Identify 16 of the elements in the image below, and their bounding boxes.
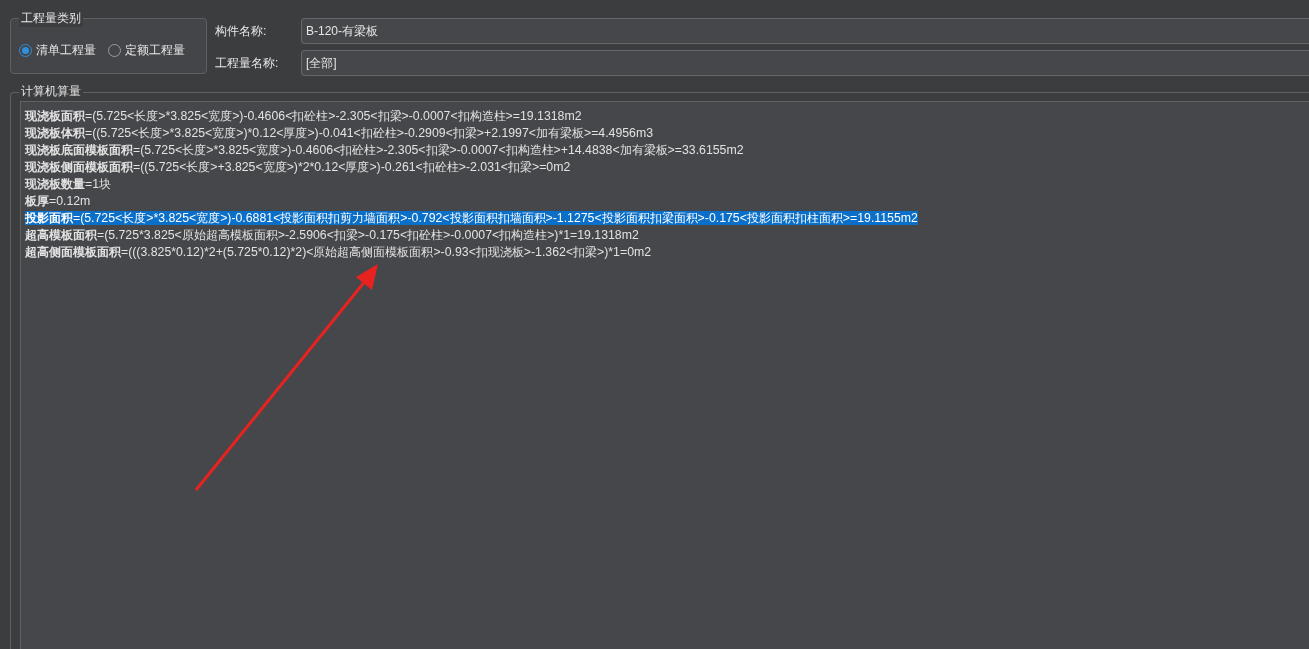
formula-line: 超高侧面模板面积=(((3.825*0.12)*2+(5.725*0.12)*2)<原始超高侧面模板面积>-0.93<扣现浇板>-1.362<扣梁>)*1=0m2: [25, 245, 652, 259]
input-field[interactable]: B-120-有梁板: [301, 18, 1309, 44]
formula-line: 板厚=0.12m: [25, 194, 91, 208]
group-legend: 计算机算量: [19, 82, 83, 100]
formula-line: 现浇板体积=((5.725<长度>*3.825<宽度>)*0.12<厚度>)-0.041<扣砼柱>-0.2909<扣梁>+2.1997<加有梁板>=4.4956m3: [25, 126, 654, 140]
radio-option[interactable]: 清单工程量: [19, 41, 96, 59]
radio-option[interactable]: 定额工程量: [108, 41, 185, 59]
formula-line: 现浇板数量=1块: [25, 177, 112, 191]
field-label: 工程量名称:: [215, 55, 280, 72]
group-legend: 工程量类别: [19, 9, 83, 27]
formula-line: 现浇板面积=(5.725<长度>*3.825<宽度>)-0.4606<扣砼柱>-2.305<扣梁>-0.0007<扣构造柱>=19.1318m2: [25, 109, 582, 123]
formula-line: 现浇板侧面模板面积=((5.725<长度>+3.825<宽度>)*2*0.12<厚度>)-0.261<扣砼柱>-2.031<扣梁>=0m2: [25, 160, 571, 174]
input-field[interactable]: [全部]: [301, 50, 1309, 76]
formula-line: 超高模板面积=(5.725*3.825<原始超高模板面积>-2.5906<扣梁>-0.175<扣砼柱>-0.0007<扣构造柱>)*1=19.1318m2: [25, 228, 639, 242]
formula-line: 现浇板底面模板面积=(5.725<长度>*3.825<宽度>)-0.4606<扣砼柱>-2.305<扣梁>-0.0007<扣构造柱>+14.4838<加有梁板>=33.6155m2: [25, 143, 744, 157]
field-label: 构件名称:: [215, 23, 268, 40]
